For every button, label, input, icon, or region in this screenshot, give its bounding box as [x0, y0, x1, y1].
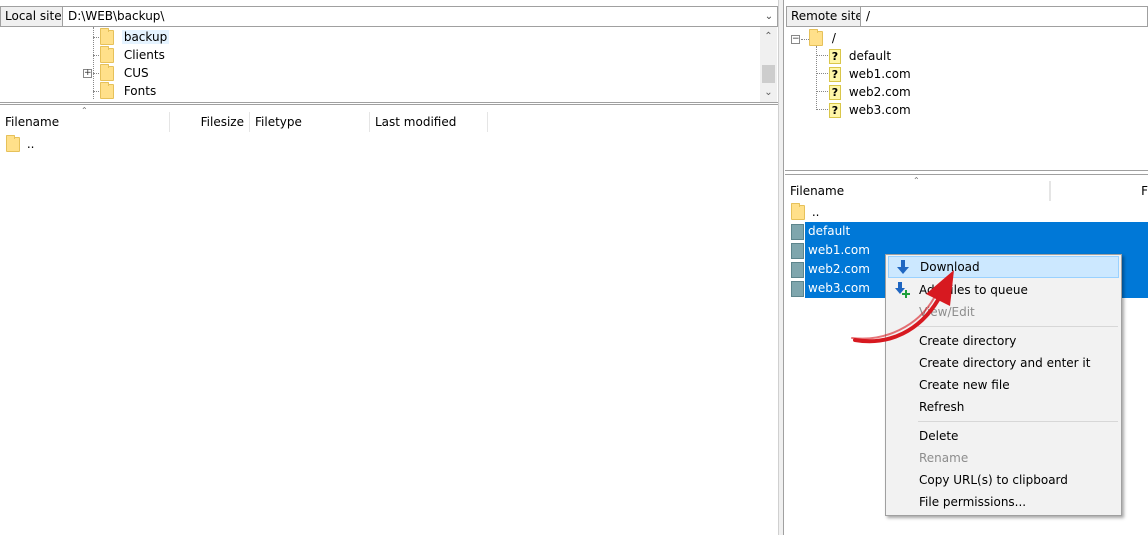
- directory-icon: [791, 242, 804, 259]
- file-row-parent[interactable]: ..: [791, 203, 819, 222]
- menu-item-create-directory-enter[interactable]: Create directory and enter it: [888, 352, 1119, 374]
- pane-splitter[interactable]: [778, 0, 784, 535]
- menu-item-view-edit[interactable]: View/Edit: [888, 301, 1119, 323]
- scrollbar-thumb[interactable]: [762, 65, 775, 83]
- menu-item-create-directory[interactable]: Create directory: [888, 330, 1119, 352]
- tree-item-default[interactable]: ? default: [829, 47, 891, 65]
- file-row-parent[interactable]: ..: [6, 135, 34, 154]
- download-arrow-icon: [897, 260, 909, 274]
- tree-item-backup[interactable]: backup: [100, 28, 170, 46]
- remote-site-path-input[interactable]: /: [860, 6, 1148, 27]
- tree-item-cus[interactable]: CUS: [100, 64, 149, 82]
- file-row-default[interactable]: default: [791, 222, 1148, 241]
- folder-icon: [100, 64, 114, 81]
- local-site-path-input[interactable]: D:\WEB\backup\: [62, 6, 778, 27]
- remote-directory-tree: − / ? default ? web1.com ? web2.com ? we…: [785, 27, 1148, 171]
- scroll-down-chevron-icon[interactable]: ⌄: [760, 84, 777, 101]
- menu-item-create-new-file[interactable]: Create new file: [888, 374, 1119, 396]
- menu-item-copy-url[interactable]: Copy URL(s) to clipboard: [888, 469, 1119, 491]
- menu-item-add-to-queue[interactable]: Add files to queue: [888, 279, 1119, 301]
- folder-icon: [6, 135, 20, 152]
- menu-item-delete[interactable]: Delete: [888, 425, 1119, 447]
- add-to-queue-icon: [895, 282, 910, 298]
- folder-icon: [809, 29, 823, 46]
- unknown-question-icon: ?: [829, 103, 841, 118]
- column-header-filesize[interactable]: Filesize: [170, 112, 250, 132]
- remote-site-label: Remote site:: [786, 6, 872, 27]
- tree-item-web3[interactable]: ? web3.com: [829, 101, 911, 119]
- folder-icon: [100, 28, 114, 45]
- tree-item-fonts[interactable]: Fonts: [100, 82, 156, 100]
- directory-icon: [791, 261, 804, 278]
- scroll-up-chevron-icon[interactable]: ⌃: [760, 28, 777, 45]
- column-header-filesize[interactable]: F: [1050, 181, 1148, 201]
- column-header-last-modified[interactable]: Last modified: [370, 112, 488, 132]
- column-header-filename[interactable]: Filename: [0, 112, 170, 132]
- tree-item-web2[interactable]: ? web2.com: [829, 83, 911, 101]
- tree-item-clients[interactable]: Clients: [100, 46, 165, 64]
- tree-item-web1[interactable]: ? web1.com: [829, 65, 911, 83]
- column-header-filetype[interactable]: Filetype: [250, 112, 370, 132]
- folder-icon: [791, 203, 805, 220]
- local-tree-scrollbar[interactable]: ⌃ ⌄: [760, 27, 777, 102]
- menu-separator: [918, 326, 1118, 327]
- folder-icon: [100, 82, 114, 99]
- collapse-minus-icon[interactable]: −: [791, 35, 800, 44]
- local-path-dropdown-chevron-icon[interactable]: ⌄: [762, 6, 776, 26]
- folder-icon: [100, 46, 114, 63]
- menu-separator: [918, 421, 1118, 422]
- unknown-question-icon: ?: [829, 85, 841, 100]
- unknown-question-icon: ?: [829, 67, 841, 82]
- directory-icon: [791, 280, 804, 297]
- local-directory-tree: + backup Clients CUS Fonts ⌃ ⌄: [0, 27, 778, 103]
- menu-item-download[interactable]: Download: [888, 256, 1119, 278]
- unknown-question-icon: ?: [829, 49, 841, 64]
- context-menu: Download Add files to queue View/Edit Cr…: [885, 254, 1122, 516]
- menu-item-file-permissions[interactable]: File permissions...: [888, 491, 1119, 513]
- tree-item-root[interactable]: /: [809, 29, 836, 47]
- local-site-label: Local site:: [0, 6, 71, 27]
- column-header-filename[interactable]: Filename: [785, 181, 1050, 201]
- local-file-list: ⌃ Filename Filesize Filetype Last modifi…: [0, 104, 778, 535]
- menu-item-refresh[interactable]: Refresh: [888, 396, 1119, 418]
- expand-plus-icon[interactable]: +: [83, 69, 92, 78]
- menu-item-rename[interactable]: Rename: [888, 447, 1119, 469]
- directory-icon: [791, 223, 804, 240]
